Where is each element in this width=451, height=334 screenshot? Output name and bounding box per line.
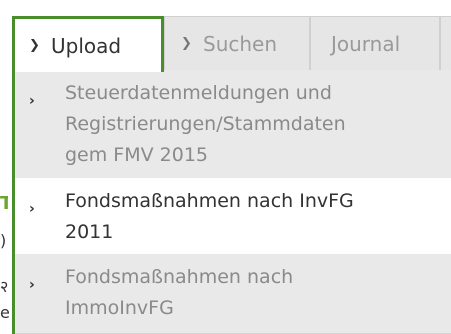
menu-item-label: Fondsmaßnahmen nach InvFG (65, 190, 354, 212)
upload-menu-screen: T ) २ e ❯ Upload ❯ Suchen Journal › Steu… (0, 0, 451, 334)
chevron-right-icon: › (29, 93, 35, 109)
page-edge-fragment: e (0, 304, 10, 322)
chevron-right-icon: › (29, 277, 35, 293)
menu-item-fondsmassnahmen-invfg[interactable]: › Fondsmaßnahmen nach InvFG 2011 (15, 178, 451, 254)
menu-item-steuerdatenmeldungen[interactable]: › Steuerdatenmeldungen und Registrierung… (15, 70, 451, 178)
menu-item-fondsmassnahmen-immoinvfg[interactable]: › Fondsmaßnahmen nach ImmoInvFG (15, 254, 451, 334)
menu-item-label: Steuerdatenmeldungen und (65, 82, 332, 104)
chevron-right-icon: › (29, 201, 35, 217)
menu-item-label: gem FMV 2015 (65, 144, 209, 166)
menu-item-label: ImmoInvFG (65, 297, 174, 319)
tab-upload-label: Upload (51, 33, 122, 58)
chevron-down-icon: ❯ (181, 36, 192, 51)
tab-journal[interactable]: Journal (310, 16, 440, 70)
tab-suchen[interactable]: ❯ Suchen (164, 16, 310, 70)
tab-suchen-label: Suchen (203, 31, 278, 56)
page-edge-fragment: T (0, 193, 8, 214)
tab-upload[interactable]: ❯ Upload (12, 16, 164, 72)
chevron-down-icon: ❯ (29, 38, 40, 53)
page-edge-fragment: २ (0, 278, 9, 296)
upload-dropdown-menu: › Steuerdatenmeldungen und Registrierung… (12, 70, 451, 334)
menu-item-label: 2011 (65, 221, 114, 243)
tab-bar: ❯ Upload ❯ Suchen Journal (0, 0, 451, 72)
tab-journal-label: Journal (331, 31, 401, 56)
menu-item-label: Fondsmaßnahmen nach (65, 266, 294, 288)
tab-more[interactable] (440, 16, 451, 70)
menu-item-label: Registrierungen/Stammdaten (65, 113, 346, 135)
page-edge-fragment: ) (0, 232, 7, 250)
